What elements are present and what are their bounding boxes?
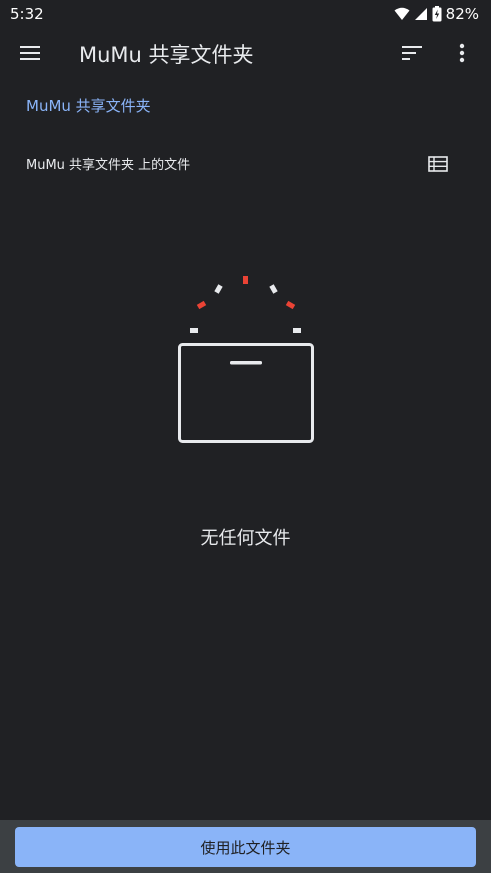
hamburger-menu-icon[interactable] — [14, 38, 46, 68]
status-icons: 82% — [394, 5, 479, 23]
use-this-folder-button[interactable]: 使用此文件夹 — [15, 827, 476, 867]
empty-state-message: 无任何文件 — [200, 528, 291, 549]
page-title: MuMu 共享文件夹 — [79, 43, 254, 67]
cellular-signal-icon — [414, 7, 428, 21]
sort-icon[interactable] — [396, 38, 428, 68]
wifi-icon — [394, 7, 410, 21]
status-time: 5:32 — [10, 5, 44, 23]
battery-percentage: 82% — [445, 5, 479, 23]
breadcrumb[interactable]: MuMu 共享文件夹 — [26, 95, 151, 116]
more-vert-icon[interactable] — [446, 38, 478, 68]
status-bar: 5:32 82% — [0, 0, 491, 28]
app-bar: MuMu 共享文件夹 — [0, 28, 491, 78]
empty-folder-illustration-icon — [170, 270, 322, 450]
list-view-icon[interactable] — [424, 150, 452, 178]
battery-icon — [432, 6, 442, 22]
file-list-header: MuMu 共享文件夹 上的文件 — [26, 158, 191, 173]
